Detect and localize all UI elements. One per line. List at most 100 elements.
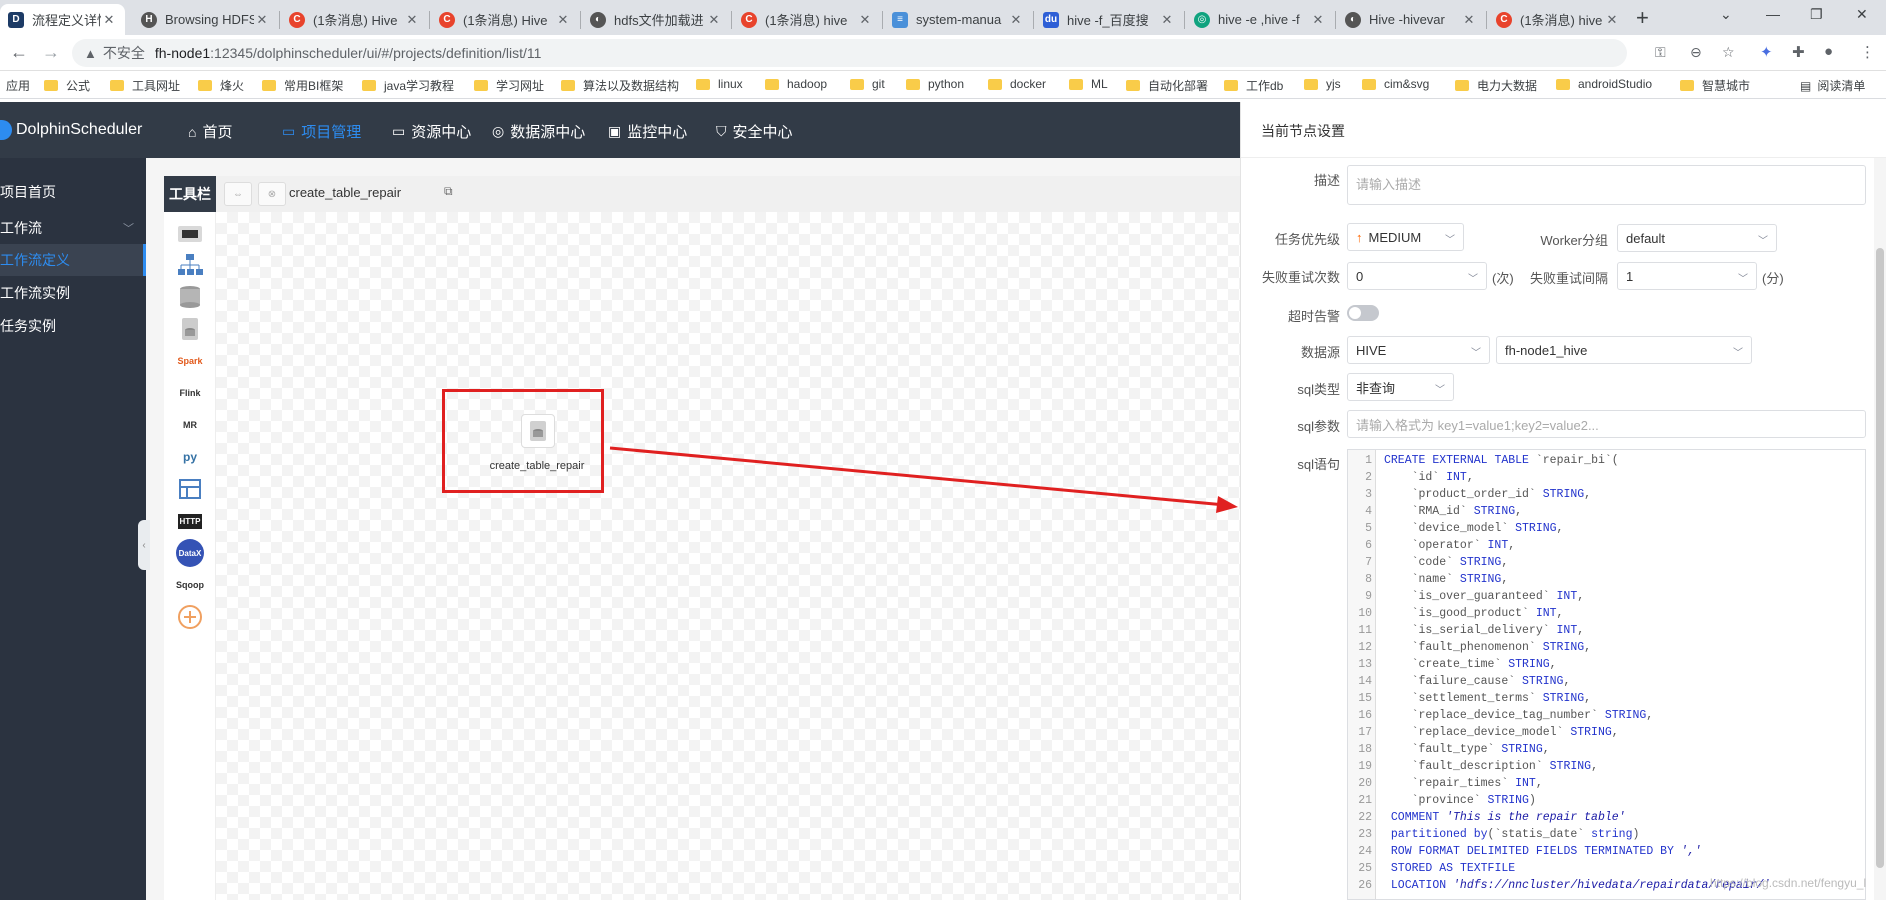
browser-tab[interactable]: H Browsing HDFS ✕ — [133, 4, 278, 35]
bookmark[interactable]: python — [906, 77, 964, 91]
procedure-icon[interactable] — [174, 282, 206, 312]
bookmark[interactable]: java学习教程 — [362, 77, 454, 94]
close-icon[interactable]: ✕ — [101, 12, 117, 28]
bookmark[interactable]: 公式 — [44, 77, 90, 94]
sidebar-item-workflow[interactable]: 工作流 ﹀ — [0, 212, 146, 244]
bookmark-star-icon[interactable]: ☆ — [1722, 44, 1735, 61]
more-icon[interactable]: ⋮ — [1860, 43, 1875, 61]
sql-icon[interactable] — [174, 314, 206, 344]
worker-group-select[interactable]: default ﹀ — [1617, 224, 1777, 252]
bookmark[interactable]: androidStudio — [1556, 77, 1652, 91]
bookmark[interactable]: git — [850, 77, 885, 91]
browser-tab[interactable]: ◎ hive -e ,hive -f ✕ — [1186, 4, 1334, 35]
close-icon[interactable]: ✕ — [1310, 12, 1326, 28]
avatar-icon[interactable]: ● — [1824, 43, 1833, 60]
sidebar-collapse-handle[interactable]: ‹ — [138, 520, 150, 570]
sql-node-icon[interactable] — [521, 414, 555, 448]
bookmark[interactable]: 电力大数据 — [1455, 77, 1537, 94]
nav-project[interactable]: ▭ 项目管理 — [282, 121, 361, 142]
retry-interval-select[interactable]: 1 ﹀ — [1617, 262, 1757, 290]
new-tab-icon[interactable]: + — [1636, 5, 1649, 31]
datax-icon[interactable]: DataX — [174, 538, 206, 568]
datasource-type-select[interactable]: HIVE ﹀ — [1347, 336, 1490, 364]
bookmark[interactable]: docker — [988, 77, 1046, 91]
bookmark[interactable]: ML — [1069, 77, 1108, 91]
close-icon[interactable]: ✕ — [1159, 12, 1175, 28]
bookmark[interactable]: hadoop — [765, 77, 827, 91]
retry-times-select[interactable]: 0 ﹀ — [1347, 262, 1487, 290]
bookmark[interactable]: 自动化部署 — [1126, 77, 1208, 94]
app-logo[interactable]: DolphinScheduler — [0, 120, 142, 140]
mr-icon[interactable]: MR — [174, 410, 206, 440]
panel-scrollbar[interactable] — [1874, 158, 1886, 900]
bookmark-apps[interactable]: 应用 — [6, 77, 30, 94]
nav-resource[interactable]: ▭ 资源中心 — [392, 121, 471, 142]
bookmark[interactable]: 工作db — [1224, 77, 1283, 94]
close-icon[interactable]: ✕ — [1008, 12, 1024, 28]
dependent-icon[interactable] — [174, 474, 206, 504]
browser-tab[interactable]: D 流程定义详情 - ✕ — [0, 4, 125, 35]
desc-textarea[interactable]: 请输入描述 — [1347, 165, 1866, 205]
sql-editor[interactable]: 1 CREATE EXTERNAL TABLE `repair_bi`(2 `id… — [1347, 449, 1866, 900]
sidebar-item-project-home[interactable]: 项目首页 — [0, 176, 146, 208]
extension-icon[interactable]: ✦ — [1760, 43, 1773, 61]
dag-canvas[interactable] — [216, 212, 1240, 900]
browser-tab[interactable]: ≡ system-manua ✕ — [884, 4, 1032, 35]
bookmark[interactable]: 智慧城市 — [1680, 77, 1750, 94]
sql-params-input[interactable]: 请输入格式为 key1=value1;key2=value2... — [1347, 410, 1866, 438]
nav-datasource[interactable]: ◎ 数据源中心 — [492, 121, 585, 142]
sidebar-item-workflow-definition[interactable]: 工作流定义 — [0, 244, 146, 276]
puzzle-icon[interactable]: ✚ — [1792, 43, 1805, 61]
nav-security[interactable]: ⛉ 安全中心 — [716, 121, 793, 142]
sub-process-icon[interactable] — [174, 250, 206, 280]
copy-icon[interactable]: ⧉ — [444, 184, 453, 199]
close-icon[interactable]: ✕ — [706, 12, 722, 28]
bookmark[interactable]: 烽火 — [198, 77, 244, 94]
minimize-icon[interactable]: — — [1766, 6, 1780, 22]
python-icon[interactable]: py — [174, 442, 206, 472]
close-icon[interactable]: ✕ — [857, 12, 873, 28]
bookmark[interactable]: yjs — [1304, 77, 1341, 91]
close-icon[interactable]: ✕ — [1604, 12, 1620, 28]
nav-monitor[interactable]: ▣ 监控中心 — [608, 121, 687, 142]
delete-icon[interactable]: ⊗ — [258, 182, 286, 206]
browser-tab[interactable]: ◐ Hive -hivevar ✕ — [1337, 4, 1485, 35]
spark-icon[interactable]: Spark — [174, 346, 206, 376]
conditions-icon[interactable] — [174, 602, 206, 632]
address-bar[interactable]: ▲ 不安全 fh-node1 :12345/dolphinscheduler/u… — [72, 39, 1627, 67]
browser-tab[interactable]: C (1条消息) hive ✕ — [733, 4, 881, 35]
close-window-icon[interactable]: ✕ — [1856, 6, 1868, 23]
key-icon[interactable]: ⚿ — [1655, 44, 1666, 61]
close-icon[interactable]: ✕ — [555, 12, 571, 28]
sidebar-item-task-instance[interactable]: 任务实例 — [0, 310, 146, 342]
sqoop-icon[interactable]: Sqoop — [174, 570, 206, 600]
dag-node-label[interactable]: create_table_repair — [472, 460, 602, 472]
bookmark[interactable]: 算法以及数据结构 — [561, 77, 679, 94]
browser-tab[interactable]: ◐ hdfs文件加载进 ✕ — [582, 4, 730, 35]
sidebar-item-workflow-instance[interactable]: 工作流实例 — [0, 277, 146, 309]
timeout-alarm-toggle[interactable] — [1347, 305, 1379, 321]
bookmark[interactable]: 常用BI框架 — [262, 77, 343, 94]
close-icon[interactable]: ✕ — [404, 12, 420, 28]
shell-icon[interactable] — [174, 218, 206, 248]
scroll-thumb[interactable] — [1876, 248, 1884, 868]
browser-tab[interactable]: du hive -f_百度搜 ✕ — [1035, 4, 1183, 35]
bookmark[interactable]: linux — [696, 77, 743, 91]
link-icon[interactable]: ⇔ — [224, 182, 252, 206]
bookmark[interactable]: 学习网址 — [474, 77, 544, 94]
browser-tab[interactable]: C (1条消息) hive ✕ — [1488, 4, 1628, 35]
close-icon[interactable]: ✕ — [254, 12, 270, 28]
bookmark[interactable]: 工具网址 — [110, 77, 180, 94]
http-icon[interactable]: HTTP — [174, 506, 206, 536]
reading-list[interactable]: ▤ 阅读清单 — [1800, 77, 1865, 94]
tab-search-icon[interactable]: ⌄ — [1720, 6, 1732, 23]
nav-home[interactable]: ⌂ 首页 — [188, 121, 232, 142]
priority-select[interactable]: ↑ MEDIUM ﹀ — [1347, 223, 1464, 251]
flink-icon[interactable]: Flink — [174, 378, 206, 408]
close-icon[interactable]: ✕ — [1461, 12, 1477, 28]
browser-tab[interactable]: C (1条消息) Hive ✕ — [281, 4, 428, 35]
sql-type-select[interactable]: 非查询 ﹀ — [1347, 373, 1454, 401]
browser-tab[interactable]: C (1条消息) Hive ✕ — [431, 4, 579, 35]
datasource-name-select[interactable]: fh-node1_hive ﹀ — [1496, 336, 1752, 364]
forward-icon[interactable]: → — [42, 42, 60, 63]
